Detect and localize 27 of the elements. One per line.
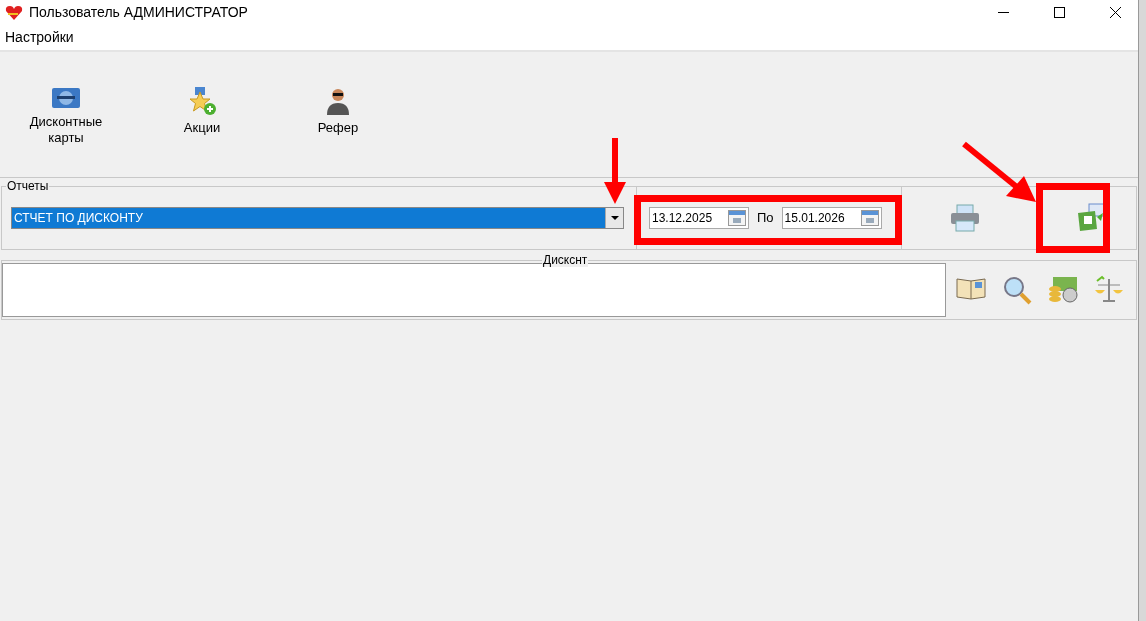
toolbar-button[interactable]: Акции	[152, 86, 252, 136]
money-coins-icon[interactable]	[1048, 275, 1078, 303]
app-heart-icon	[5, 4, 23, 21]
close-icon	[1109, 7, 1121, 18]
dropdown-arrow-icon[interactable]	[610, 216, 619, 220]
book-icon[interactable]	[956, 275, 986, 301]
group-title: Дискснт	[542, 253, 589, 267]
group-title: Отчеты	[6, 179, 50, 193]
toolbar-button[interactable]: Дисконтные карты	[16, 86, 116, 146]
scales-check-icon[interactable]	[1094, 275, 1124, 303]
search-icon[interactable]	[1002, 275, 1032, 305]
person-icon	[325, 86, 351, 116]
calendar-icon[interactable]	[728, 210, 746, 226]
annotation-arrow	[604, 138, 626, 204]
print-button[interactable]	[948, 201, 982, 235]
toolbar-button[interactable]: Рефер	[288, 86, 388, 136]
date-from-field[interactable]: 13.12.2025	[649, 207, 749, 229]
calendar-icon[interactable]	[860, 210, 879, 226]
card-icon	[51, 86, 81, 110]
star-plus-icon	[187, 86, 217, 116]
to-label: По	[757, 209, 774, 228]
report-dropdown[interactable]: СТЧЕТ ПО ДИСКОНТУ	[11, 207, 624, 229]
printer-icon	[950, 204, 980, 232]
window-title: Пользователь АДМИНИСТРАТОР	[29, 3, 248, 22]
menu-item[interactable]: Настройки	[0, 27, 79, 48]
maximize-icon	[1053, 7, 1065, 18]
date-to-field[interactable]: 15.01.2026	[781, 207, 882, 229]
